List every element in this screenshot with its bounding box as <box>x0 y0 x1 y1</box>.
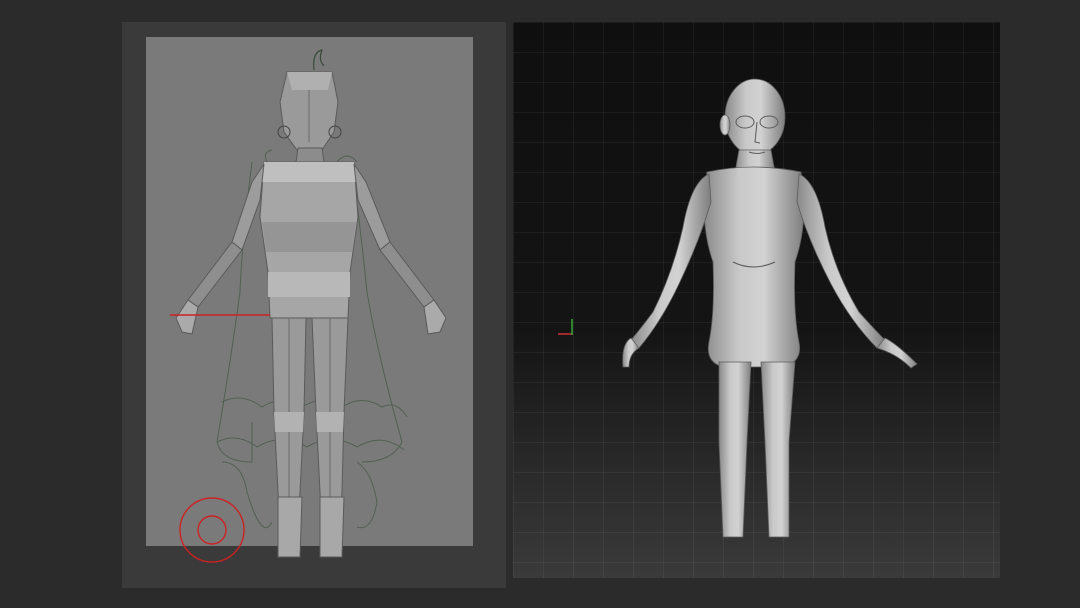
left-leg-sculpt <box>718 361 752 538</box>
right-arm-mesh <box>353 163 447 335</box>
head-sculpt <box>724 78 786 156</box>
head-mesh <box>277 71 342 151</box>
left-arm-mesh <box>175 163 265 335</box>
app-window: { "window": { "background_color": "#2b2b… <box>0 0 1080 608</box>
rotate-gizmo-icon[interactable] <box>179 497 245 563</box>
ear-sculpt <box>719 114 731 136</box>
neck-mesh <box>295 147 325 163</box>
axis-indicator-icon <box>558 319 573 335</box>
right-arm-sculpt <box>796 173 886 349</box>
hair-tuft <box>313 49 325 71</box>
right-leg-sculpt <box>760 361 796 538</box>
lowpoly-model[interactable] <box>122 22 506 588</box>
left-viewport[interactable] <box>122 22 506 588</box>
torso-mesh <box>259 161 359 319</box>
right-hand-sculpt <box>876 337 918 369</box>
sculpted-model[interactable] <box>513 22 1000 578</box>
legs-mesh <box>271 317 349 558</box>
right-viewport[interactable] <box>513 22 1000 578</box>
left-arm-sculpt <box>630 173 712 349</box>
